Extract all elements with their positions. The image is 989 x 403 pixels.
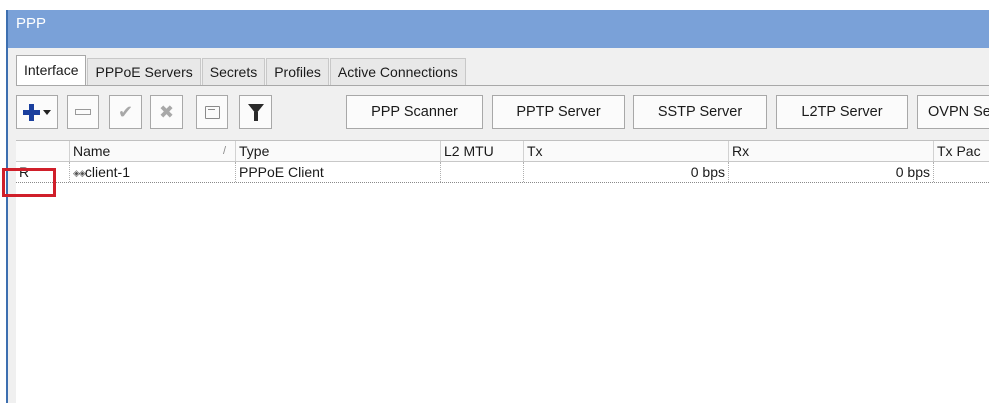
add-button[interactable] (16, 95, 58, 129)
tab-secrets[interactable]: Secrets (201, 58, 266, 85)
filter-button[interactable] (239, 95, 272, 129)
ovpn-server-button[interactable]: OVPN Se (917, 95, 989, 129)
l2tp-server-button[interactable]: L2TP Server (776, 95, 908, 129)
ppp-window: PPP Interface PPPoE Servers Secrets Prof… (6, 10, 989, 403)
col-type[interactable]: Type (236, 141, 441, 161)
col-tx[interactable]: Tx (524, 141, 729, 161)
col-name-label: Name (73, 143, 111, 159)
row-tx-pac (934, 162, 989, 182)
filter-icon (247, 103, 264, 121)
remove-icon (75, 109, 91, 115)
row-name: ◈◈client-1 (70, 162, 236, 182)
chevron-down-icon (43, 109, 51, 115)
table-header: Name / Type L2 MTU Tx Rx Tx Pac (16, 141, 989, 162)
tab-pppoe-servers[interactable]: PPPoE Servers (87, 58, 201, 85)
col-name[interactable]: Name / (70, 141, 236, 161)
toolbar: ✔ ✖ PPP Scanner PPTP Server SSTP Server … (16, 95, 989, 131)
col-rx[interactable]: Rx (729, 141, 934, 161)
tab-bar: Interface PPPoE Servers Secrets Profiles… (16, 55, 467, 85)
sort-indicator-icon: / (223, 145, 227, 157)
tab-interface[interactable]: Interface (16, 55, 87, 85)
interface-table: Name / Type L2 MTU Tx Rx Tx Pac R ◈◈clie… (16, 140, 989, 403)
ppp-scanner-button[interactable]: PPP Scanner (346, 95, 483, 129)
col-l2mtu[interactable]: L2 MTU (441, 141, 524, 161)
remove-button[interactable] (67, 95, 99, 129)
tab-active-connections[interactable]: Active Connections (329, 58, 466, 85)
disable-button[interactable]: ✖ (150, 95, 183, 129)
window-title: PPP (8, 10, 989, 48)
comment-icon (204, 105, 220, 119)
row-type: PPPoE Client (236, 162, 441, 182)
row-name-text: client-1 (84, 164, 130, 180)
highlight-box (2, 168, 56, 197)
enable-icon: ✔ (117, 102, 134, 122)
add-icon (23, 103, 40, 121)
disable-icon: ✖ (158, 102, 175, 122)
tab-profiles[interactable]: Profiles (266, 58, 329, 85)
table-row[interactable]: R ◈◈client-1 PPPoE Client 0 bps 0 bps (16, 162, 989, 183)
pptp-server-button[interactable]: PPTP Server (492, 95, 625, 129)
col-tx-pac[interactable]: Tx Pac (934, 141, 989, 161)
enable-button[interactable]: ✔ (109, 95, 142, 129)
tab-divider (16, 85, 989, 86)
ppp-interface-icon: ◈◈ (73, 168, 86, 178)
row-tx: 0 bps (524, 162, 729, 182)
col-flags (16, 141, 70, 161)
row-l2mtu (441, 162, 524, 182)
comment-button[interactable] (196, 95, 228, 129)
sstp-server-button[interactable]: SSTP Server (633, 95, 767, 129)
row-rx: 0 bps (729, 162, 934, 182)
